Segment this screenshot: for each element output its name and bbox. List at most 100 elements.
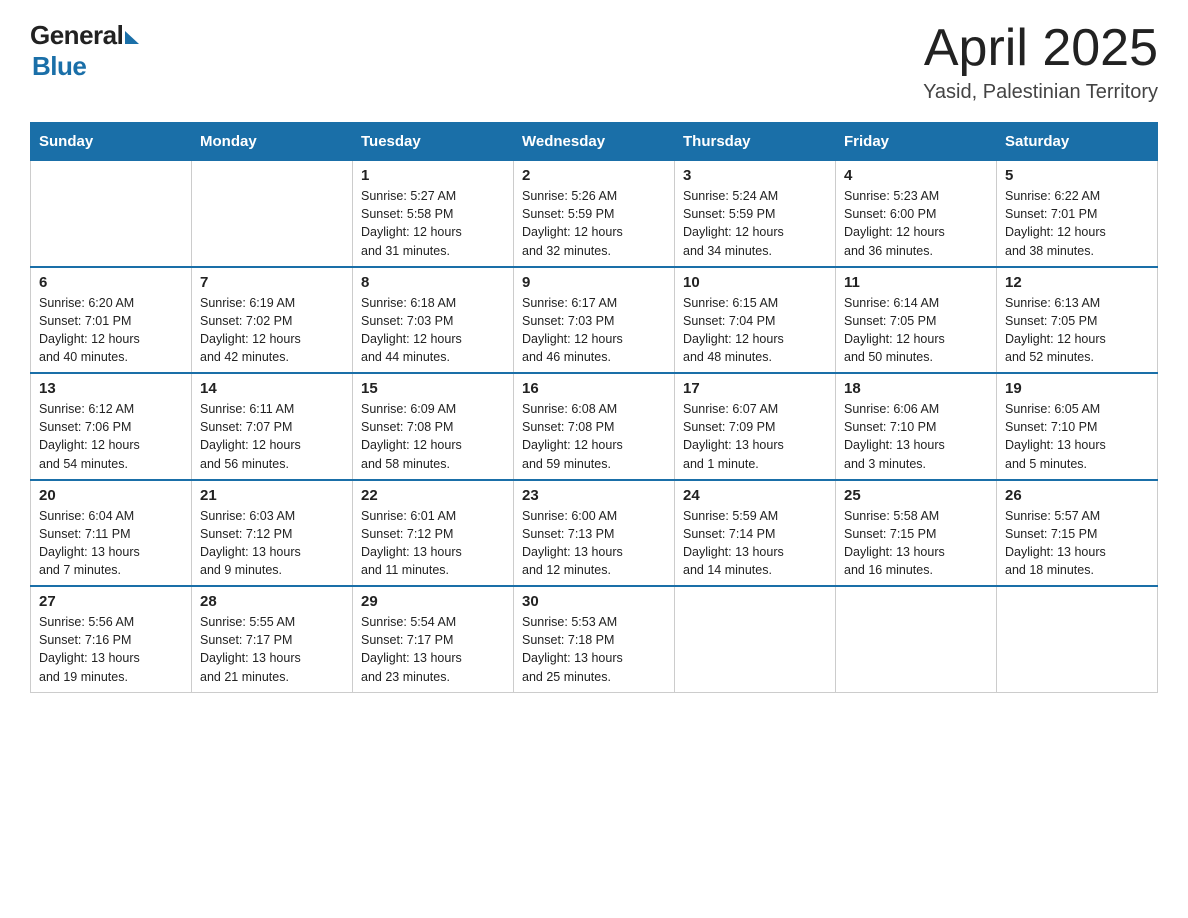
- day-number: 16: [522, 380, 666, 397]
- day-number: 7: [200, 274, 344, 291]
- day-number: 1: [361, 167, 505, 184]
- day-info: Sunrise: 6:11 AMSunset: 7:07 PMDaylight:…: [200, 400, 344, 473]
- day-info: Sunrise: 6:20 AMSunset: 7:01 PMDaylight:…: [39, 294, 183, 367]
- day-number: 19: [1005, 380, 1149, 397]
- day-number: 14: [200, 380, 344, 397]
- calendar-cell: 14 Sunrise: 6:11 AMSunset: 7:07 PMDayligh…: [192, 373, 353, 480]
- calendar-cell: 10 Sunrise: 6:15 AMSunset: 7:04 PMDayligh…: [675, 267, 836, 374]
- calendar-cell: 27Sunrise: 5:56 AMSunset: 7:16 PMDayligh…: [31, 586, 192, 692]
- day-info: Sunrise: 6:08 AMSunset: 7:08 PMDaylight:…: [522, 400, 666, 473]
- calendar-cell: 5Sunrise: 6:22 AMSunset: 7:01 PMDaylight…: [997, 161, 1158, 267]
- calendar-cell: 13 Sunrise: 6:12 AMSunset: 7:06 PMDayligh…: [31, 373, 192, 480]
- calendar-cell: 16 Sunrise: 6:08 AMSunset: 7:08 PMDayligh…: [514, 373, 675, 480]
- day-info: Sunrise: 5:55 AMSunset: 7:17 PMDaylight:…: [200, 613, 344, 686]
- day-info: Sunrise: 6:04 AMSunset: 7:11 PMDaylight:…: [39, 507, 183, 580]
- day-info: Sunrise: 6:22 AMSunset: 7:01 PMDaylight:…: [1005, 187, 1149, 260]
- day-info: Sunrise: 6:12 AMSunset: 7:06 PMDaylight:…: [39, 400, 183, 473]
- calendar-cell: 25Sunrise: 5:58 AMSunset: 7:15 PMDayligh…: [836, 480, 997, 587]
- calendar-cell: 3Sunrise: 5:24 AMSunset: 5:59 PMDaylight…: [675, 161, 836, 267]
- calendar-cell: 8 Sunrise: 6:18 AMSunset: 7:03 PMDaylight…: [353, 267, 514, 374]
- calendar-header-wednesday: Wednesday: [514, 123, 675, 161]
- title-block: April 2025 Yasid, Palestinian Territory: [923, 20, 1158, 104]
- calendar-week-row: 27Sunrise: 5:56 AMSunset: 7:16 PMDayligh…: [31, 586, 1158, 692]
- day-number: 22: [361, 487, 505, 504]
- calendar-cell: 22 Sunrise: 6:01 AMSunset: 7:12 PMDayligh…: [353, 480, 514, 587]
- calendar-cell: 2Sunrise: 5:26 AMSunset: 5:59 PMDaylight…: [514, 161, 675, 267]
- day-number: 18: [844, 380, 988, 397]
- calendar-week-row: 20 Sunrise: 6:04 AMSunset: 7:11 PMDayligh…: [31, 480, 1158, 587]
- calendar-cell: 26Sunrise: 5:57 AMSunset: 7:15 PMDayligh…: [997, 480, 1158, 587]
- calendar-cell: 12Sunrise: 6:13 AMSunset: 7:05 PMDayligh…: [997, 267, 1158, 374]
- day-info: Sunrise: 6:07 AMSunset: 7:09 PMDaylight:…: [683, 400, 827, 473]
- day-number: 21: [200, 487, 344, 504]
- calendar-cell: [675, 586, 836, 692]
- day-info: Sunrise: 5:27 AMSunset: 5:58 PMDaylight:…: [361, 187, 505, 260]
- calendar-cell: 19Sunrise: 6:05 AMSunset: 7:10 PMDayligh…: [997, 373, 1158, 480]
- day-info: Sunrise: 6:09 AMSunset: 7:08 PMDaylight:…: [361, 400, 505, 473]
- day-number: 10: [683, 274, 827, 291]
- day-info: Sunrise: 6:01 AMSunset: 7:12 PMDaylight:…: [361, 507, 505, 580]
- day-number: 8: [361, 274, 505, 291]
- day-number: 4: [844, 167, 988, 184]
- calendar-header-sunday: Sunday: [31, 123, 192, 161]
- calendar-header-monday: Monday: [192, 123, 353, 161]
- day-info: Sunrise: 5:54 AMSunset: 7:17 PMDaylight:…: [361, 613, 505, 686]
- day-number: 2: [522, 167, 666, 184]
- day-number: 9: [522, 274, 666, 291]
- calendar-cell: 1 Sunrise: 5:27 AMSunset: 5:58 PMDaylight…: [353, 161, 514, 267]
- location-title: Yasid, Palestinian Territory: [923, 81, 1158, 104]
- calendar-cell: 15 Sunrise: 6:09 AMSunset: 7:08 PMDayligh…: [353, 373, 514, 480]
- day-number: 30: [522, 593, 666, 610]
- calendar-cell: 9 Sunrise: 6:17 AMSunset: 7:03 PMDaylight…: [514, 267, 675, 374]
- page-header: General Blue April 2025 Yasid, Palestini…: [30, 20, 1158, 104]
- calendar-cell: 20 Sunrise: 6:04 AMSunset: 7:11 PMDayligh…: [31, 480, 192, 587]
- day-info: Sunrise: 5:53 AMSunset: 7:18 PMDaylight:…: [522, 613, 666, 686]
- calendar-week-row: 1 Sunrise: 5:27 AMSunset: 5:58 PMDaylight…: [31, 161, 1158, 267]
- day-info: Sunrise: 6:00 AMSunset: 7:13 PMDaylight:…: [522, 507, 666, 580]
- logo-general-text: General: [30, 20, 123, 51]
- day-info: Sunrise: 6:03 AMSunset: 7:12 PMDaylight:…: [200, 507, 344, 580]
- day-info: Sunrise: 6:15 AMSunset: 7:04 PMDaylight:…: [683, 294, 827, 367]
- calendar-cell: 21 Sunrise: 6:03 AMSunset: 7:12 PMDayligh…: [192, 480, 353, 587]
- calendar-table: SundayMondayTuesdayWednesdayThursdayFrid…: [30, 122, 1158, 693]
- calendar-cell: [836, 586, 997, 692]
- day-number: 6: [39, 274, 183, 291]
- month-title: April 2025: [923, 20, 1158, 77]
- calendar-header-saturday: Saturday: [997, 123, 1158, 161]
- calendar-cell: 29Sunrise: 5:54 AMSunset: 7:17 PMDayligh…: [353, 586, 514, 692]
- day-number: 23: [522, 487, 666, 504]
- calendar-cell: [192, 161, 353, 267]
- logo-blue-text: Blue: [32, 51, 86, 82]
- day-number: 20: [39, 487, 183, 504]
- day-info: Sunrise: 6:17 AMSunset: 7:03 PMDaylight:…: [522, 294, 666, 367]
- calendar-cell: 11Sunrise: 6:14 AMSunset: 7:05 PMDayligh…: [836, 267, 997, 374]
- day-info: Sunrise: 6:06 AMSunset: 7:10 PMDaylight:…: [844, 400, 988, 473]
- day-info: Sunrise: 5:56 AMSunset: 7:16 PMDaylight:…: [39, 613, 183, 686]
- day-number: 12: [1005, 274, 1149, 291]
- calendar-cell: 6 Sunrise: 6:20 AMSunset: 7:01 PMDaylight…: [31, 267, 192, 374]
- day-number: 26: [1005, 487, 1149, 504]
- day-number: 3: [683, 167, 827, 184]
- day-number: 15: [361, 380, 505, 397]
- day-number: 24: [683, 487, 827, 504]
- calendar-cell: 7Sunrise: 6:19 AMSunset: 7:02 PMDaylight…: [192, 267, 353, 374]
- calendar-cell: 4 Sunrise: 5:23 AMSunset: 6:00 PMDaylight…: [836, 161, 997, 267]
- calendar-cell: [997, 586, 1158, 692]
- day-number: 28: [200, 593, 344, 610]
- day-info: Sunrise: 5:23 AMSunset: 6:00 PMDaylight:…: [844, 187, 988, 260]
- calendar-header-thursday: Thursday: [675, 123, 836, 161]
- day-info: Sunrise: 6:14 AMSunset: 7:05 PMDaylight:…: [844, 294, 988, 367]
- calendar-week-row: 6 Sunrise: 6:20 AMSunset: 7:01 PMDaylight…: [31, 267, 1158, 374]
- day-info: Sunrise: 6:18 AMSunset: 7:03 PMDaylight:…: [361, 294, 505, 367]
- calendar-cell: 30 Sunrise: 5:53 AMSunset: 7:18 PMDayligh…: [514, 586, 675, 692]
- calendar-header-friday: Friday: [836, 123, 997, 161]
- day-number: 17: [683, 380, 827, 397]
- logo-arrow-icon: [125, 31, 139, 44]
- calendar-cell: 17 Sunrise: 6:07 AMSunset: 7:09 PMDayligh…: [675, 373, 836, 480]
- logo: General Blue: [30, 20, 139, 82]
- day-number: 13: [39, 380, 183, 397]
- calendar-cell: 24 Sunrise: 5:59 AMSunset: 7:14 PMDayligh…: [675, 480, 836, 587]
- calendar-cell: [31, 161, 192, 267]
- calendar-cell: 28 Sunrise: 5:55 AMSunset: 7:17 PMDayligh…: [192, 586, 353, 692]
- day-info: Sunrise: 5:59 AMSunset: 7:14 PMDaylight:…: [683, 507, 827, 580]
